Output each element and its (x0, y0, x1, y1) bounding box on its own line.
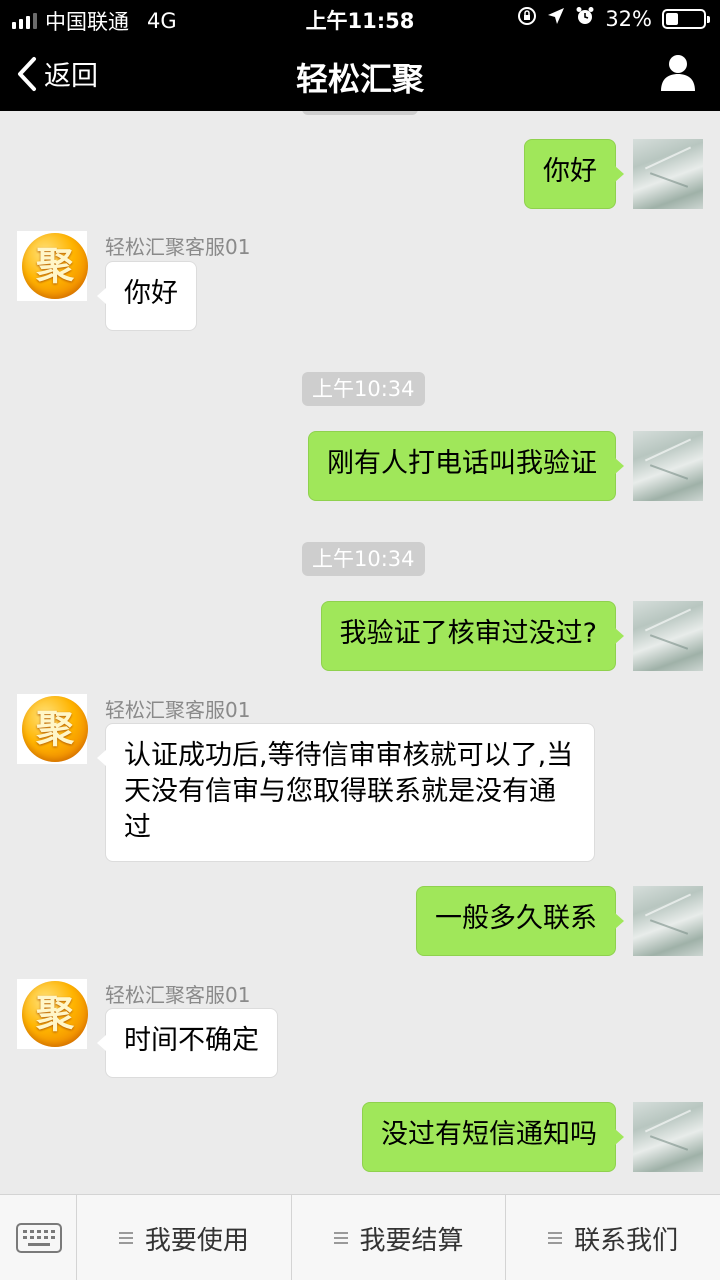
sender-name: 轻松汇聚客服01 (105, 983, 251, 1007)
my-avatar[interactable] (633, 139, 703, 209)
timestamp-badge: 上午10:34 (302, 372, 425, 406)
my-avatar[interactable] (633, 601, 703, 671)
location-icon (547, 7, 565, 30)
keyboard-toggle-button[interactable] (0, 1195, 77, 1280)
menu-use-button[interactable]: 我要使用 (77, 1195, 292, 1280)
agent-message-bubble[interactable]: 你好 (97, 261, 197, 331)
alarm-icon (575, 6, 595, 31)
battery-icon (662, 8, 710, 29)
chat-area[interactable]: 你好 聚 轻松汇聚客服01 你好 上午10:34 刚有人打电话叫我验证 上午10… (0, 111, 720, 1194)
rotation-lock-icon (517, 6, 537, 31)
my-avatar[interactable] (633, 886, 703, 956)
menu-icon (118, 1232, 133, 1244)
my-message-bubble[interactable]: 刚有人打电话叫我验证 (308, 431, 624, 501)
menu-contact-label: 联系我们 (574, 1225, 679, 1256)
timestamp-badge-partial (302, 111, 418, 115)
keyboard-icon (16, 1223, 62, 1253)
profile-button[interactable] (660, 54, 696, 92)
menu-use-label: 我要使用 (144, 1225, 249, 1256)
coin-logo-icon: 聚 (22, 233, 88, 299)
coin-logo-icon: 聚 (22, 981, 88, 1047)
status-bar: 中国联通 4G 上午11:58 32% (0, 0, 720, 38)
bottom-menu-bar: 我要使用 我要结算 联系我们 (0, 1194, 720, 1280)
agent-message-bubble[interactable]: 时间不确定 (97, 1008, 278, 1078)
nav-bar: 返回 轻松汇聚 (0, 38, 720, 111)
person-icon (661, 55, 695, 91)
menu-icon (548, 1232, 563, 1244)
menu-icon (333, 1232, 348, 1244)
my-message-bubble[interactable]: 没过有短信通知吗 (362, 1102, 624, 1172)
page-title: 轻松汇聚 (295, 60, 424, 98)
battery-percent: 32% (605, 6, 652, 31)
menu-settle-button[interactable]: 我要结算 (292, 1195, 507, 1280)
agent-avatar[interactable]: 聚 (17, 694, 88, 764)
timestamp-badge: 上午10:34 (302, 542, 425, 576)
my-message-bubble[interactable]: 我验证了核审过没过? (320, 601, 625, 671)
my-avatar[interactable] (633, 1102, 703, 1172)
my-message-bubble[interactable]: 一般多久联系 (416, 886, 624, 956)
battery-fill (666, 12, 678, 25)
menu-contact-button[interactable]: 联系我们 (506, 1195, 720, 1280)
agent-message-bubble[interactable]: 认证成功后,等待信审审核就可以了,当天没有信审与您取得联系就是没有通过 (97, 723, 595, 862)
my-message-bubble[interactable]: 你好 (524, 139, 624, 209)
sender-name: 轻松汇聚客服01 (105, 235, 251, 259)
my-avatar[interactable] (633, 431, 703, 501)
menu-settle-label: 我要结算 (359, 1225, 464, 1256)
status-right: 32% (517, 6, 710, 31)
coin-logo-icon: 聚 (22, 696, 88, 762)
agent-avatar[interactable]: 聚 (17, 231, 88, 301)
agent-avatar[interactable]: 聚 (17, 979, 88, 1049)
sender-name: 轻松汇聚客服01 (105, 698, 251, 722)
